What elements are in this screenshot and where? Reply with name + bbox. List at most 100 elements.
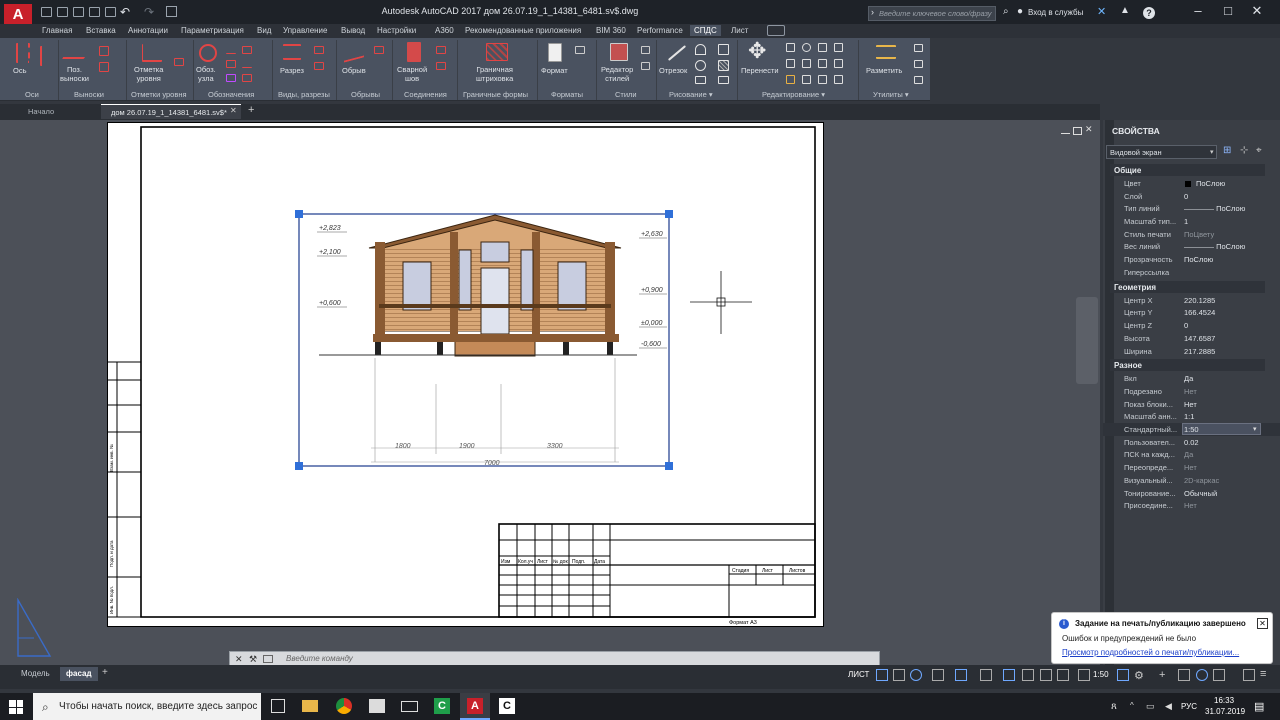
format-button[interactable]: Формат: [541, 66, 568, 75]
viewport-close-icon[interactable]: ✕: [1085, 124, 1093, 135]
model-tab[interactable]: Модель: [21, 669, 50, 678]
prop-row[interactable]: Визуальный... 2D-каркас: [1103, 474, 1280, 487]
command-history-icon[interactable]: [263, 655, 273, 663]
tab-view[interactable]: Вид: [253, 25, 275, 36]
hatch-small-icon[interactable]: [718, 60, 729, 71]
viewport-scale[interactable]: 1:50: [1093, 670, 1109, 679]
save-icon[interactable]: [73, 7, 84, 17]
object-type-select[interactable]: Видовой экран: [1106, 145, 1217, 159]
quick-select-icon[interactable]: ⌖: [1256, 145, 1262, 156]
circle-icon[interactable]: [695, 60, 706, 71]
annotation-5-icon[interactable]: [226, 74, 236, 82]
viewport-restore-icon[interactable]: [1073, 127, 1082, 135]
utility-1-icon[interactable]: [914, 44, 923, 52]
annotation-3-icon[interactable]: [226, 60, 236, 68]
windows-start-icon[interactable]: [9, 700, 23, 714]
action-center-icon[interactable]: ▤: [1254, 700, 1264, 713]
undo-icon[interactable]: ↶: [120, 5, 130, 19]
annotation-scale-icon[interactable]: [1117, 669, 1129, 681]
app-c-green-icon[interactable]: C: [434, 698, 450, 714]
style-editor-button[interactable]: Редактор стилей: [601, 65, 633, 83]
navigation-bar[interactable]: [1076, 297, 1098, 384]
app-menu-button[interactable]: A: [4, 4, 32, 26]
arc-icon[interactable]: [695, 44, 706, 55]
node-mark-button[interactable]: Обоз. узла: [196, 65, 216, 83]
prop-row[interactable]: Тип линий ———— ПоСлою: [1103, 202, 1280, 215]
layout-tab-facade[interactable]: фасад: [60, 667, 98, 681]
select-objects-icon[interactable]: ⊹: [1240, 145, 1248, 156]
level-mark-button[interactable]: Отметка уровня: [134, 65, 163, 83]
transparency-icon[interactable]: [1022, 669, 1034, 681]
mirror-icon[interactable]: [786, 59, 795, 68]
prop-row[interactable]: Гиперссылка: [1103, 266, 1280, 279]
annotation-4-icon[interactable]: [242, 60, 252, 68]
tray-arrow-icon[interactable]: ^: [1130, 701, 1134, 710]
app-c-white-icon[interactable]: C: [499, 698, 515, 714]
snap-icon[interactable]: [893, 669, 905, 681]
viewport-minimize-icon[interactable]: [1061, 126, 1070, 134]
close-icon[interactable]: ✕: [235, 654, 243, 665]
section-geometry[interactable]: Геометрия: [1110, 281, 1265, 293]
join-icon[interactable]: [834, 75, 843, 84]
prop-row[interactable]: Переопреде... Нет: [1103, 461, 1280, 474]
quick-properties-icon[interactable]: [1078, 669, 1090, 681]
lineweight-icon[interactable]: [1003, 669, 1015, 681]
tab-bim360[interactable]: BIM 360: [592, 25, 630, 36]
file-explorer-icon[interactable]: [302, 700, 318, 712]
panel-modify[interactable]: Редактирование ▾: [762, 90, 825, 99]
utility-3-icon[interactable]: [914, 76, 923, 84]
search-icon[interactable]: ⌕: [1003, 6, 1009, 17]
workspace-icon[interactable]: [1178, 669, 1190, 681]
array-icon[interactable]: [834, 59, 843, 68]
prop-row[interactable]: Цвет ПоСлою: [1103, 177, 1280, 190]
tab-close-icon[interactable]: ✕: [230, 106, 237, 115]
add-layout-button[interactable]: +: [102, 667, 108, 678]
hatch-button[interactable]: Граничная штриховка: [476, 65, 513, 83]
region-icon[interactable]: [718, 76, 729, 84]
panel-utilities[interactable]: Утилиты ▾: [873, 90, 909, 99]
save-as-icon[interactable]: [89, 7, 100, 17]
language-indicator[interactable]: РУС: [1181, 702, 1197, 711]
search-input[interactable]: Введите ключевое слово/фразу: [868, 6, 996, 21]
annotation-monitor-icon[interactable]: [1057, 669, 1069, 681]
ortho-icon[interactable]: [910, 669, 922, 681]
print-icon[interactable]: [105, 7, 116, 17]
prop-row[interactable]: Вкл Да: [1103, 372, 1280, 385]
workspace-dropdown-icon[interactable]: [166, 6, 177, 17]
grid-icon[interactable]: [876, 669, 888, 681]
close-button[interactable]: ✕: [1245, 3, 1269, 19]
active-document-tab[interactable]: дом 26.07.19_1_14381_6481.sv$*: [101, 104, 241, 119]
rectangle-icon[interactable]: [695, 76, 706, 84]
toast-details-link[interactable]: Просмотр подробностей о печати/публикаци…: [1062, 648, 1239, 657]
customization-menu-icon[interactable]: ≡: [1260, 668, 1266, 680]
new-file-icon[interactable]: [41, 7, 52, 17]
rotate-icon[interactable]: [802, 43, 811, 52]
tab-home[interactable]: Главная: [38, 25, 76, 36]
wrench-icon[interactable]: ⚒: [249, 654, 257, 665]
redo-icon[interactable]: ↷: [144, 5, 154, 19]
open-file-icon[interactable]: [57, 7, 68, 17]
polyline-icon[interactable]: [718, 44, 729, 55]
plus-icon[interactable]: +: [1159, 669, 1165, 681]
move-button[interactable]: Перенести: [741, 66, 779, 75]
section-general[interactable]: Общие: [1110, 164, 1265, 176]
osnap-icon[interactable]: [955, 669, 967, 681]
prop-row[interactable]: ПСК на кажд... Да: [1103, 448, 1280, 461]
task-view-icon[interactable]: [271, 699, 285, 713]
gear-icon[interactable]: ⚙: [1134, 669, 1144, 682]
hardware-acceleration-icon[interactable]: [1213, 669, 1225, 681]
tab-featured-apps[interactable]: Рекомендованные приложения: [461, 25, 585, 36]
prop-row[interactable]: Высота 147.6587: [1103, 332, 1280, 345]
tab-spds[interactable]: СПДС: [690, 25, 721, 36]
prop-row[interactable]: Прозрачность ПоСлою: [1103, 253, 1280, 266]
clean-screen-icon[interactable]: [1243, 669, 1255, 681]
tab-addins[interactable]: Настройки: [373, 25, 420, 36]
chrome-icon[interactable]: [336, 698, 352, 714]
login-link[interactable]: Вход в службы: [1028, 8, 1083, 17]
break-button[interactable]: Обрыв: [342, 66, 366, 75]
minimize-button[interactable]: –: [1186, 3, 1210, 19]
command-input[interactable]: Введите команду: [286, 654, 353, 663]
user-icon[interactable]: ●: [1017, 6, 1023, 17]
prop-row[interactable]: Масштаб тип... 1: [1103, 215, 1280, 228]
panel-draw[interactable]: Рисование ▾: [669, 90, 713, 99]
